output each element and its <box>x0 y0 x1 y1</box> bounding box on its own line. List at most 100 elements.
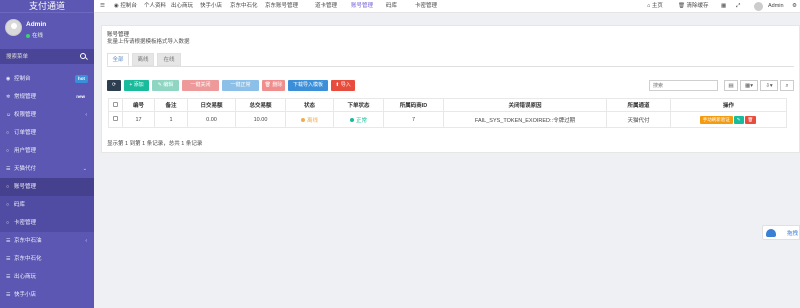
chevron-left-icon: ‹ <box>85 238 87 244</box>
offline-all-button[interactable]: 一键关闭 <box>182 80 219 91</box>
col-id[interactable]: 编号 <box>122 98 155 112</box>
sidebar-item-jd-sinopec-oil[interactable]: ☰ 京东中石油 ‹ <box>0 232 94 250</box>
topnav-accounts[interactable]: 账号管理 <box>351 0 373 13</box>
search-icon[interactable] <box>80 53 86 59</box>
topbar-avatar[interactable] <box>754 2 763 11</box>
topnav-cards[interactable]: 卡密管理 <box>415 0 437 13</box>
topnav-profile[interactable]: 个人资料 <box>144 0 166 13</box>
columns-dropdown-icon[interactable]: ▦▾ <box>740 80 758 91</box>
sidebar-item-label: 京东中石油 <box>14 238 42 244</box>
col-order-status[interactable]: 下单状态 <box>333 98 384 112</box>
topnav-card-mgmt[interactable]: 道卡管理 <box>315 0 337 13</box>
refresh-button[interactable]: ⟳ <box>107 80 121 91</box>
col-day-amount[interactable]: 日交易额 <box>187 98 236 112</box>
topnav-jd-accounts[interactable]: 京东账号管理 <box>265 0 298 13</box>
edit-button[interactable]: ✎ 编辑 <box>152 80 179 91</box>
cell-error: FAIL_SYS_TOKEN_EXOIRED::令牌过期 <box>443 111 607 128</box>
import-button[interactable]: ⬆ 导入 <box>331 80 355 91</box>
topnav-kuaishou[interactable]: 快手小店 <box>200 0 222 13</box>
circle-icon: ○ <box>6 148 10 154</box>
page-subtitle: 批量上传请根据模板格式导入数据 <box>107 39 190 45</box>
download-template-button[interactable]: 下载导入模板 <box>288 80 328 91</box>
col-total-amount[interactable]: 总交易额 <box>235 98 286 112</box>
clear-cache-button[interactable]: 🗑 清除缓存 <box>678 0 709 13</box>
delete-row-button[interactable]: 🗑 <box>744 115 757 124</box>
table-header-row: 编号 备注 日交易额 总交易额 状态 下单状态 所属码商ID 关闭错误原因 所属… <box>108 98 787 112</box>
cell-order-status[interactable]: 正常 <box>333 111 384 128</box>
cell-id: 17 <box>122 111 155 128</box>
home-icon: ⌂ <box>647 3 651 9</box>
sidebar-item-cards[interactable]: ○ 卡密管理 <box>0 214 94 232</box>
col-channel[interactable]: 所属通道 <box>606 98 671 112</box>
menu-toggle-icon[interactable]: ☰ <box>100 0 105 13</box>
add-button[interactable]: + 添加 <box>124 80 149 91</box>
topnav-chuxin[interactable]: 出心商玩 <box>171 0 193 13</box>
sidebar-menu: ◉ 控制台 hot ✲ 常规管理 new ☺ 权限管理 ‹ ○ 订单管理 ○ 用户管理 ☰ 天猫代… <box>0 70 94 304</box>
hot-badge: hot <box>75 75 88 83</box>
sidebar: 支付通道 Admin 在线 ◉控制台 hot ✲常规管理 new ☺权限管理 ‹ ○ 订… <box>0 0 94 308</box>
sidebar-item-codes[interactable]: ○ 码库 <box>0 196 94 214</box>
tab-online[interactable]: 在线 <box>157 53 181 66</box>
manual-refresh-button[interactable]: 手动刷新验证 <box>699 115 733 124</box>
edit-row-button[interactable]: ✎ <box>733 115 744 124</box>
status-dot-icon <box>349 118 354 123</box>
sidebar-item-dashboard[interactable]: ◉ 控制台 hot <box>0 70 94 88</box>
tab-offline[interactable]: 离线 <box>132 53 154 66</box>
status-dot-icon <box>300 118 305 123</box>
sidebar-item-label: 京东中石化 <box>14 256 42 262</box>
col-error[interactable]: 关闭错误原因 <box>443 98 607 112</box>
sidebar-item-tmall[interactable]: ☰ 天猫代付 ⌄ <box>0 160 94 178</box>
topnav-label: 控制台 <box>120 3 137 9</box>
checkbox-icon <box>113 101 118 107</box>
drag-upload-widget[interactable]: 拖拽 <box>762 225 800 240</box>
status-label: 离线 <box>306 117 318 124</box>
language-icon[interactable]: ▦ <box>721 0 726 13</box>
chevron-left-icon: ‹ <box>85 112 87 118</box>
fullscreen-icon[interactable]: ⤢ <box>736 0 740 13</box>
cell-merchant-id: 7 <box>383 111 444 128</box>
menu-search-input[interactable] <box>0 49 72 64</box>
list-icon: ☰ <box>6 274 11 280</box>
sidebar-item-label: 卡密管理 <box>14 220 37 226</box>
sidebar-item-kuaishou[interactable]: ☰ 快手小店 <box>0 286 94 304</box>
topnav-dashboard[interactable]: ◉ 控制台 <box>114 0 137 13</box>
trash-icon: 🗑 <box>678 3 685 9</box>
cell-total-amount: 10.00 <box>235 111 286 128</box>
topbar-username[interactable]: Admin <box>768 0 784 13</box>
group-icon: ☺ <box>6 112 12 118</box>
chevron-down-icon: ⌄ <box>82 166 87 172</box>
cell-status[interactable]: 离线 <box>285 111 334 128</box>
advanced-search-icon[interactable]: ⌕ <box>780 80 794 91</box>
sidebar-item-users[interactable]: ○ 用户管理 <box>0 142 94 160</box>
home-label: 主页 <box>651 3 663 9</box>
list-icon: ☰ <box>6 256 11 262</box>
sidebar-item-label: 天猫代付 <box>14 166 37 172</box>
delete-button[interactable]: 🗑 删除 <box>262 80 285 91</box>
home-link[interactable]: ⌂ 主页 <box>647 0 663 13</box>
main-panel: 账号管理 批量上传请根据模板格式导入数据 全部 离线 在线 ⟳ + 添加 ✎ 编… <box>101 25 800 153</box>
settings-gear-icon[interactable]: ⚙ <box>792 0 797 13</box>
col-merchant-id[interactable]: 所属码商ID <box>383 98 444 112</box>
toggle-view-icon[interactable]: ▤ <box>724 80 738 91</box>
sidebar-item-chuxin[interactable]: ☰ 出心商玩 <box>0 268 94 286</box>
export-dropdown-icon[interactable]: ⇩▾ <box>760 80 778 91</box>
tab-divider <box>107 66 794 67</box>
tab-all[interactable]: 全部 <box>107 53 129 66</box>
sidebar-item-orders[interactable]: ○ 订单管理 <box>0 124 94 142</box>
topnav-codes[interactable]: 码库 <box>386 0 397 13</box>
col-status[interactable]: 状态 <box>285 98 334 112</box>
dashboard-icon: ◉ <box>6 76 11 82</box>
topnav-jd-sinopec[interactable]: 京东中石化 <box>230 0 258 13</box>
sidebar-item-jd-sinopec[interactable]: ☰ 京东中石化 <box>0 250 94 268</box>
sidebar-item-accounts[interactable]: ○ 账号管理 <box>0 178 94 196</box>
sidebar-item-auth[interactable]: ☺ 权限管理 ‹ <box>0 106 94 124</box>
sidebar-item-label: 账号管理 <box>14 184 37 190</box>
circle-icon: ○ <box>6 220 10 226</box>
col-remark[interactable]: 备注 <box>154 98 188 112</box>
row-checkbox[interactable] <box>108 111 123 128</box>
sidebar-item-general[interactable]: ✲ 常规管理 new <box>0 88 94 106</box>
online-all-button[interactable]: 一键正常 <box>222 80 259 91</box>
avatar[interactable] <box>5 19 22 36</box>
table-search-input[interactable] <box>649 80 718 91</box>
select-all-checkbox[interactable] <box>108 98 123 112</box>
